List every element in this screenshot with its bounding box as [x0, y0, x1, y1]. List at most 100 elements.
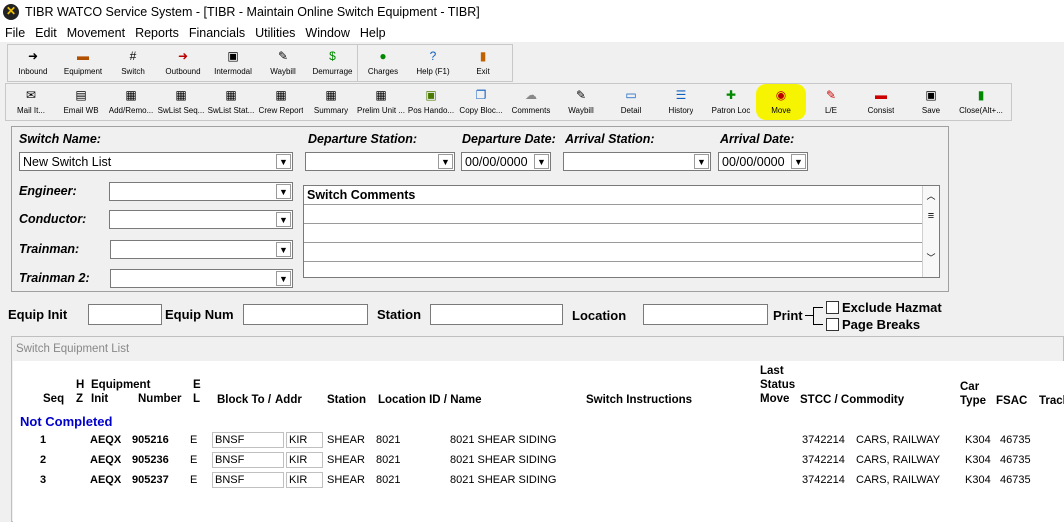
scroll-up-icon[interactable]: ︿: [923, 189, 939, 202]
toolbar-help-button[interactable]: ? Help (F1): [408, 45, 458, 81]
toolbar-intermodal-button[interactable]: ▣ Intermodal: [208, 45, 258, 81]
comment-line[interactable]: [304, 204, 922, 223]
print-label: Print: [773, 308, 803, 323]
toolbar-switch-button[interactable]: # Switch: [108, 45, 158, 81]
row-addr-input[interactable]: KIR: [286, 452, 323, 468]
engineer-label: Engineer:: [19, 184, 77, 198]
trainman2-label: Trainman 2:: [19, 271, 90, 285]
menu-financials[interactable]: Financials: [189, 26, 245, 40]
exclude-hazmat-label: Exclude Hazmat: [842, 300, 942, 315]
toolbar-inbound-button[interactable]: ➜ Inbound: [8, 45, 58, 81]
station-input[interactable]: [430, 304, 563, 325]
toolbar-waybill-button[interactable]: ✎ Waybill: [556, 84, 606, 120]
menu-edit[interactable]: Edit: [35, 26, 57, 40]
chevron-down-icon[interactable]: ▼: [791, 154, 806, 169]
toolbar-comments-button[interactable]: ☁ Comments: [506, 84, 556, 120]
menu-movement[interactable]: Movement: [67, 26, 125, 40]
row-fsac: 46735: [1000, 474, 1031, 486]
location-input[interactable]: [643, 304, 768, 325]
switch-name-combo[interactable]: New Switch List ▼: [19, 152, 293, 171]
toolbar-mail-it-button[interactable]: ✉ Mail It...: [6, 84, 56, 120]
toolbar-patron-loc-button[interactable]: ✚ Patron Loc: [706, 84, 756, 120]
row-block-to-input[interactable]: BNSF: [212, 472, 284, 488]
waybill-icon: ✎: [575, 88, 587, 102]
arrival-date-field[interactable]: 00/00/0000 ▼: [718, 152, 808, 171]
exclude-hazmat-checkbox[interactable]: [826, 301, 839, 314]
chevron-down-icon[interactable]: ▼: [694, 154, 709, 169]
comment-line[interactable]: [304, 261, 922, 280]
toolbar-le-button[interactable]: ✎ L/E: [806, 84, 856, 120]
toolbar-demurrage-button[interactable]: $ Demurrage: [308, 45, 358, 81]
toolbar-pos-handoff-button[interactable]: ▣ Pos Hando...: [406, 84, 456, 120]
row-commodity: CARS, RAILWAY: [856, 434, 941, 446]
chevron-down-icon[interactable]: ▼: [276, 242, 291, 257]
switch-comments-box[interactable]: Switch Comments ︿ ≡ ﹀: [303, 185, 940, 278]
arrival-station-label: Arrival Station:: [565, 132, 655, 146]
page-breaks-checkbox[interactable]: [826, 318, 839, 331]
header-track: Track: [1039, 395, 1064, 407]
toolbar-swlist-seq-button[interactable]: ▦ SwList Seq...: [156, 84, 206, 120]
toolbar-email-wb-button[interactable]: ▤ Email WB: [56, 84, 106, 120]
row-addr-input[interactable]: KIR: [286, 432, 323, 448]
chevron-down-icon[interactable]: ▼: [276, 184, 291, 199]
row-location-name: 8021 SHEAR SIDING: [450, 454, 557, 466]
row-init: AEQX: [90, 434, 122, 446]
equip-num-label: Equip Num: [165, 307, 234, 322]
toolbar-prelim-unit-button[interactable]: ▦ Prelim Unit ...: [356, 84, 406, 120]
toolbar-move-button[interactable]: ◉ Move: [756, 84, 806, 120]
chevron-down-icon[interactable]: ▼: [276, 154, 291, 169]
trainman-combo[interactable]: ▼: [110, 240, 293, 259]
comment-line[interactable]: [304, 242, 922, 261]
departure-date-field[interactable]: 00/00/0000 ▼: [461, 152, 551, 171]
scroll-down-icon[interactable]: ﹀: [923, 251, 939, 264]
conductor-combo[interactable]: ▼: [109, 210, 293, 229]
comment-line[interactable]: [304, 223, 922, 242]
toolbar-consist-button[interactable]: ▬ Consist: [856, 84, 906, 120]
switch-name-label: Switch Name:: [19, 132, 101, 146]
toolbar-summary-button[interactable]: ▦ Summary: [306, 84, 356, 120]
row-block-to-input[interactable]: BNSF: [212, 452, 284, 468]
add-remove-icon: ▦: [125, 88, 137, 102]
row-addr-input[interactable]: KIR: [286, 472, 323, 488]
departure-station-label: Departure Station:: [308, 132, 418, 146]
toolbar-copy-block-button[interactable]: ❐ Copy Bloc...: [456, 84, 506, 120]
toolbar-swlist-stat-button[interactable]: ▦ SwList Stat...: [206, 84, 256, 120]
toolbar-charges-button[interactable]: ● Charges: [358, 45, 408, 81]
equip-init-input[interactable]: [88, 304, 162, 325]
header-station: Station: [327, 394, 366, 406]
row-block-to-input[interactable]: BNSF: [212, 432, 284, 448]
row-fsac: 46735: [1000, 434, 1031, 446]
toolbar-exit-button[interactable]: ▮ Exit: [458, 45, 508, 81]
menu-help[interactable]: Help: [360, 26, 386, 40]
header-init: Init: [91, 393, 109, 405]
trainman2-combo[interactable]: ▼: [110, 269, 293, 288]
departure-station-combo[interactable]: ▼: [305, 152, 455, 171]
toolbar-outbound-button[interactable]: ➜ Outbound: [158, 45, 208, 81]
switch-toolbar: ✉ Mail It... ▤ Email WB ▦ Add/Remo... ▦ SwLi…: [5, 83, 1012, 121]
menu-reports[interactable]: Reports: [135, 26, 179, 40]
chevron-down-icon[interactable]: ▼: [276, 271, 291, 286]
chevron-down-icon[interactable]: ▼: [276, 212, 291, 227]
scroll-thumb-icon[interactable]: ≡: [923, 210, 939, 222]
toolbar-crew-report-button[interactable]: ▦ Crew Report: [256, 84, 306, 120]
mail-icon: ✉: [25, 88, 37, 102]
equip-num-input[interactable]: [243, 304, 368, 325]
not-completed-group-label: Not Completed: [20, 414, 113, 429]
menu-window[interactable]: Window: [305, 26, 349, 40]
menu-file[interactable]: File: [5, 26, 25, 40]
toolbar-equipment-button[interactable]: ▬ Equipment: [58, 45, 108, 81]
chevron-down-icon[interactable]: ▼: [438, 154, 453, 169]
toolbar-history-button[interactable]: ☰ History: [656, 84, 706, 120]
arrival-station-combo[interactable]: ▼: [563, 152, 711, 171]
toolbar-save-button[interactable]: ▣ Save: [906, 84, 956, 120]
menu-utilities[interactable]: Utilities: [255, 26, 295, 40]
toolbar-add-remove-button[interactable]: ▦ Add/Remo...: [106, 84, 156, 120]
toolbar-close-button[interactable]: ▮ Close(Alt+...: [956, 84, 1006, 120]
toolbar-detail-button[interactable]: ▭ Detail: [606, 84, 656, 120]
engineer-combo[interactable]: ▼: [109, 182, 293, 201]
toolbar-waybill-button[interactable]: ✎ Waybill: [258, 45, 308, 81]
trainman-label: Trainman:: [19, 242, 80, 256]
chevron-down-icon[interactable]: ▼: [534, 154, 549, 169]
comments-scrollbar[interactable]: ︿ ≡ ﹀: [922, 186, 939, 277]
row-number: 905216: [132, 434, 169, 446]
